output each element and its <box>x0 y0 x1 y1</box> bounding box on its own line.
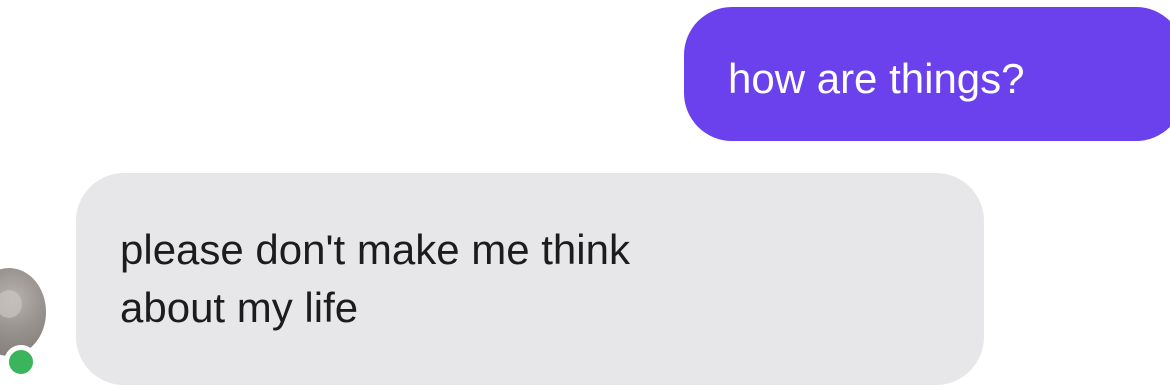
received-message-line-2: about my life <box>120 284 359 331</box>
received-message-line-1: please don't make me think <box>120 226 630 273</box>
sent-message-bubble[interactable]: how are things? <box>684 7 1170 141</box>
sent-message-text: how are things? <box>728 55 1025 102</box>
received-message-bubble[interactable]: please don't make me think about my life <box>76 173 984 385</box>
online-status-icon <box>4 345 38 379</box>
chat-thread: how are things? please don't make me thi… <box>0 0 1170 390</box>
contact-avatar-icon[interactable] <box>0 268 46 356</box>
